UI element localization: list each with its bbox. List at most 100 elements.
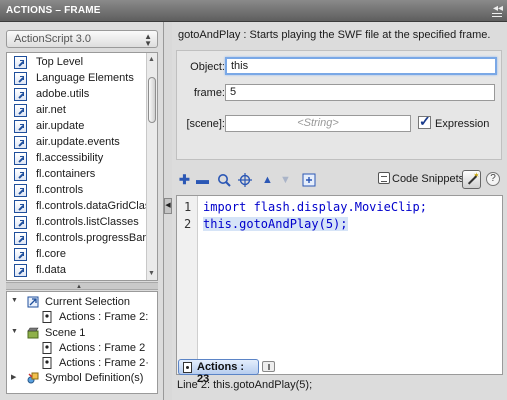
pin-script-icon[interactable] [262,361,275,372]
code-snippets-label: Code Snippets [392,173,465,185]
language-select[interactable]: ActionScript 3.0 ▲ ▼ [6,30,158,48]
package-icon [14,264,27,277]
library-item-label: fl.containers [36,168,96,180]
panel-menu-icon[interactable] [492,13,502,21]
collapse-triangle-icon[interactable]: ▶ [11,373,16,381]
add-statement-icon[interactable]: ✚ [179,172,190,188]
expand-triangle-icon[interactable]: ▼ [11,297,18,304]
library-item-label: air.net [36,104,66,116]
package-icon [14,56,27,69]
code-snippets-icon [378,172,390,184]
script-item-label: Actions : Frame 2: [59,311,149,323]
actions-toolbox: ActionScript 3.0 ▲ ▼ Top Level Language E… [0,22,164,400]
library-item[interactable]: fl.data [7,263,147,278]
library-item[interactable]: Top Level [7,55,147,70]
library-scrollbar[interactable]: ▲ ▼ [146,53,157,280]
package-icon [14,88,27,101]
line-number: 1 [184,200,192,214]
library-item-label: air.update [36,120,85,132]
script-item-label: Actions : Frame 2 [59,342,146,354]
expand-triangle-icon[interactable]: ▼ [11,328,18,335]
script-assist-icon[interactable] [302,173,316,187]
script-item[interactable]: Actions : Frame 2 [11,341,157,356]
library-item[interactable]: fl.accessibility [7,151,147,166]
line-number-gutter: 1 2 [177,196,198,374]
script-item[interactable]: Actions : Frame 2· [11,356,157,371]
frame-script-icon [183,362,192,373]
library-item-label: fl.controls [36,184,84,196]
library-item-label: fl.core [36,248,66,260]
remove-statement-icon[interactable]: ▬ [196,172,209,188]
library-item[interactable]: air.update [7,119,147,134]
object-input[interactable]: this [225,57,497,75]
library-item[interactable]: air.update.events [7,135,147,150]
symbol-definitions-label: Symbol Definition(s) [45,372,144,384]
script-item[interactable]: Actions : Frame 2: [11,310,157,325]
current-selection-label: Current Selection [45,296,130,308]
library-item[interactable]: fl.controls.listClasses [7,215,147,230]
library-item-label: fl.controls.listClasses [36,216,139,228]
current-selection-node[interactable]: ▼ Current Selection [11,295,157,310]
package-icon [14,248,27,261]
actions-library-list[interactable]: Top Level Language Elements adobe.utils … [6,52,158,281]
select-arrows-icon: ▲ ▼ [144,32,152,48]
panel-title-bar: ACTIONS – FRAME ◂◂ [0,0,507,22]
library-item[interactable]: Language Elements [7,71,147,86]
actions-tab[interactable]: Actions : 23 [178,359,259,385]
script-assist-wand-icon[interactable] [462,170,481,189]
library-item-label: Top Level [36,56,84,68]
move-down-icon[interactable]: ▼ [280,172,291,188]
scene-label: Scene 1 [45,327,86,339]
code-editor[interactable]: 1 2 import flash.display.MovieClip; this… [176,195,503,375]
package-icon [14,184,27,197]
find-icon[interactable] [217,173,231,187]
object-label: Object: [190,61,225,73]
library-item[interactable]: fl.controls [7,183,147,198]
code-line-selected[interactable]: this.gotoAndPlay(5); [203,217,348,231]
move-up-icon[interactable]: ▲ [262,172,273,188]
code-snippets-button[interactable]: Code Snippets [378,172,464,185]
library-item[interactable]: fl.controls.progressBar [7,231,147,246]
scene-node[interactable]: ▼ Scene 1 [11,326,157,341]
package-icon [14,168,27,181]
collapse-toolbox-button[interactable]: ◀ [164,198,172,214]
package-icon [14,232,27,245]
scroll-up-icon[interactable]: ▲ [148,56,155,63]
library-item-label: air.update.events [36,136,120,148]
library-item[interactable]: air.net [7,103,147,118]
library-item-label: Language Elements [36,72,134,84]
library-item-label: fl.data [36,264,66,276]
status-line: Line 2: this.gotoAndPlay(5); [177,379,313,391]
language-select-value: ActionScript 3.0 [14,33,92,45]
pane-splitter[interactable]: ▲ [6,282,158,290]
help-icon[interactable]: ? [486,172,500,186]
splitter-grip-icon[interactable]: ▲ [76,284,82,290]
expression-checkbox[interactable] [418,113,431,130]
script-tab-bar: Actions : 23 [176,359,503,385]
insert-target-path-icon[interactable] [238,173,252,187]
symbol-definitions-icon [27,372,39,384]
scroll-down-icon[interactable]: ▼ [148,270,155,277]
package-icon [14,200,27,213]
scroll-thumb[interactable] [148,77,156,123]
code-line[interactable]: import flash.display.MovieClip; [203,200,427,214]
library-item-label: adobe.utils [36,88,90,100]
package-icon [14,136,27,149]
symbol-definitions-node[interactable]: ▶ Symbol Definition(s) [11,371,157,386]
frame-script-icon [42,311,52,323]
library-item[interactable]: fl.controls.dataGridClas [7,199,150,214]
script-navigator[interactable]: ▼ Current Selection Actions : Frame 2: ▼… [6,291,158,394]
library-item[interactable]: fl.containers [7,167,147,182]
package-icon [14,216,27,229]
frame-script-icon [42,357,52,369]
package-icon [14,152,27,165]
frame-label: frame: [193,87,225,99]
package-icon [14,104,27,117]
script-toolbar: ✚ ▬ ▲ ▼ Code Snippets ? [172,168,507,192]
script-item-label: Actions : Frame 2· [59,357,149,369]
frame-input[interactable]: 5 [225,84,495,101]
scene-input[interactable]: <String> [225,115,411,132]
package-icon [14,120,27,133]
library-item[interactable]: fl.core [7,247,147,262]
library-item[interactable]: adobe.utils [7,87,147,102]
